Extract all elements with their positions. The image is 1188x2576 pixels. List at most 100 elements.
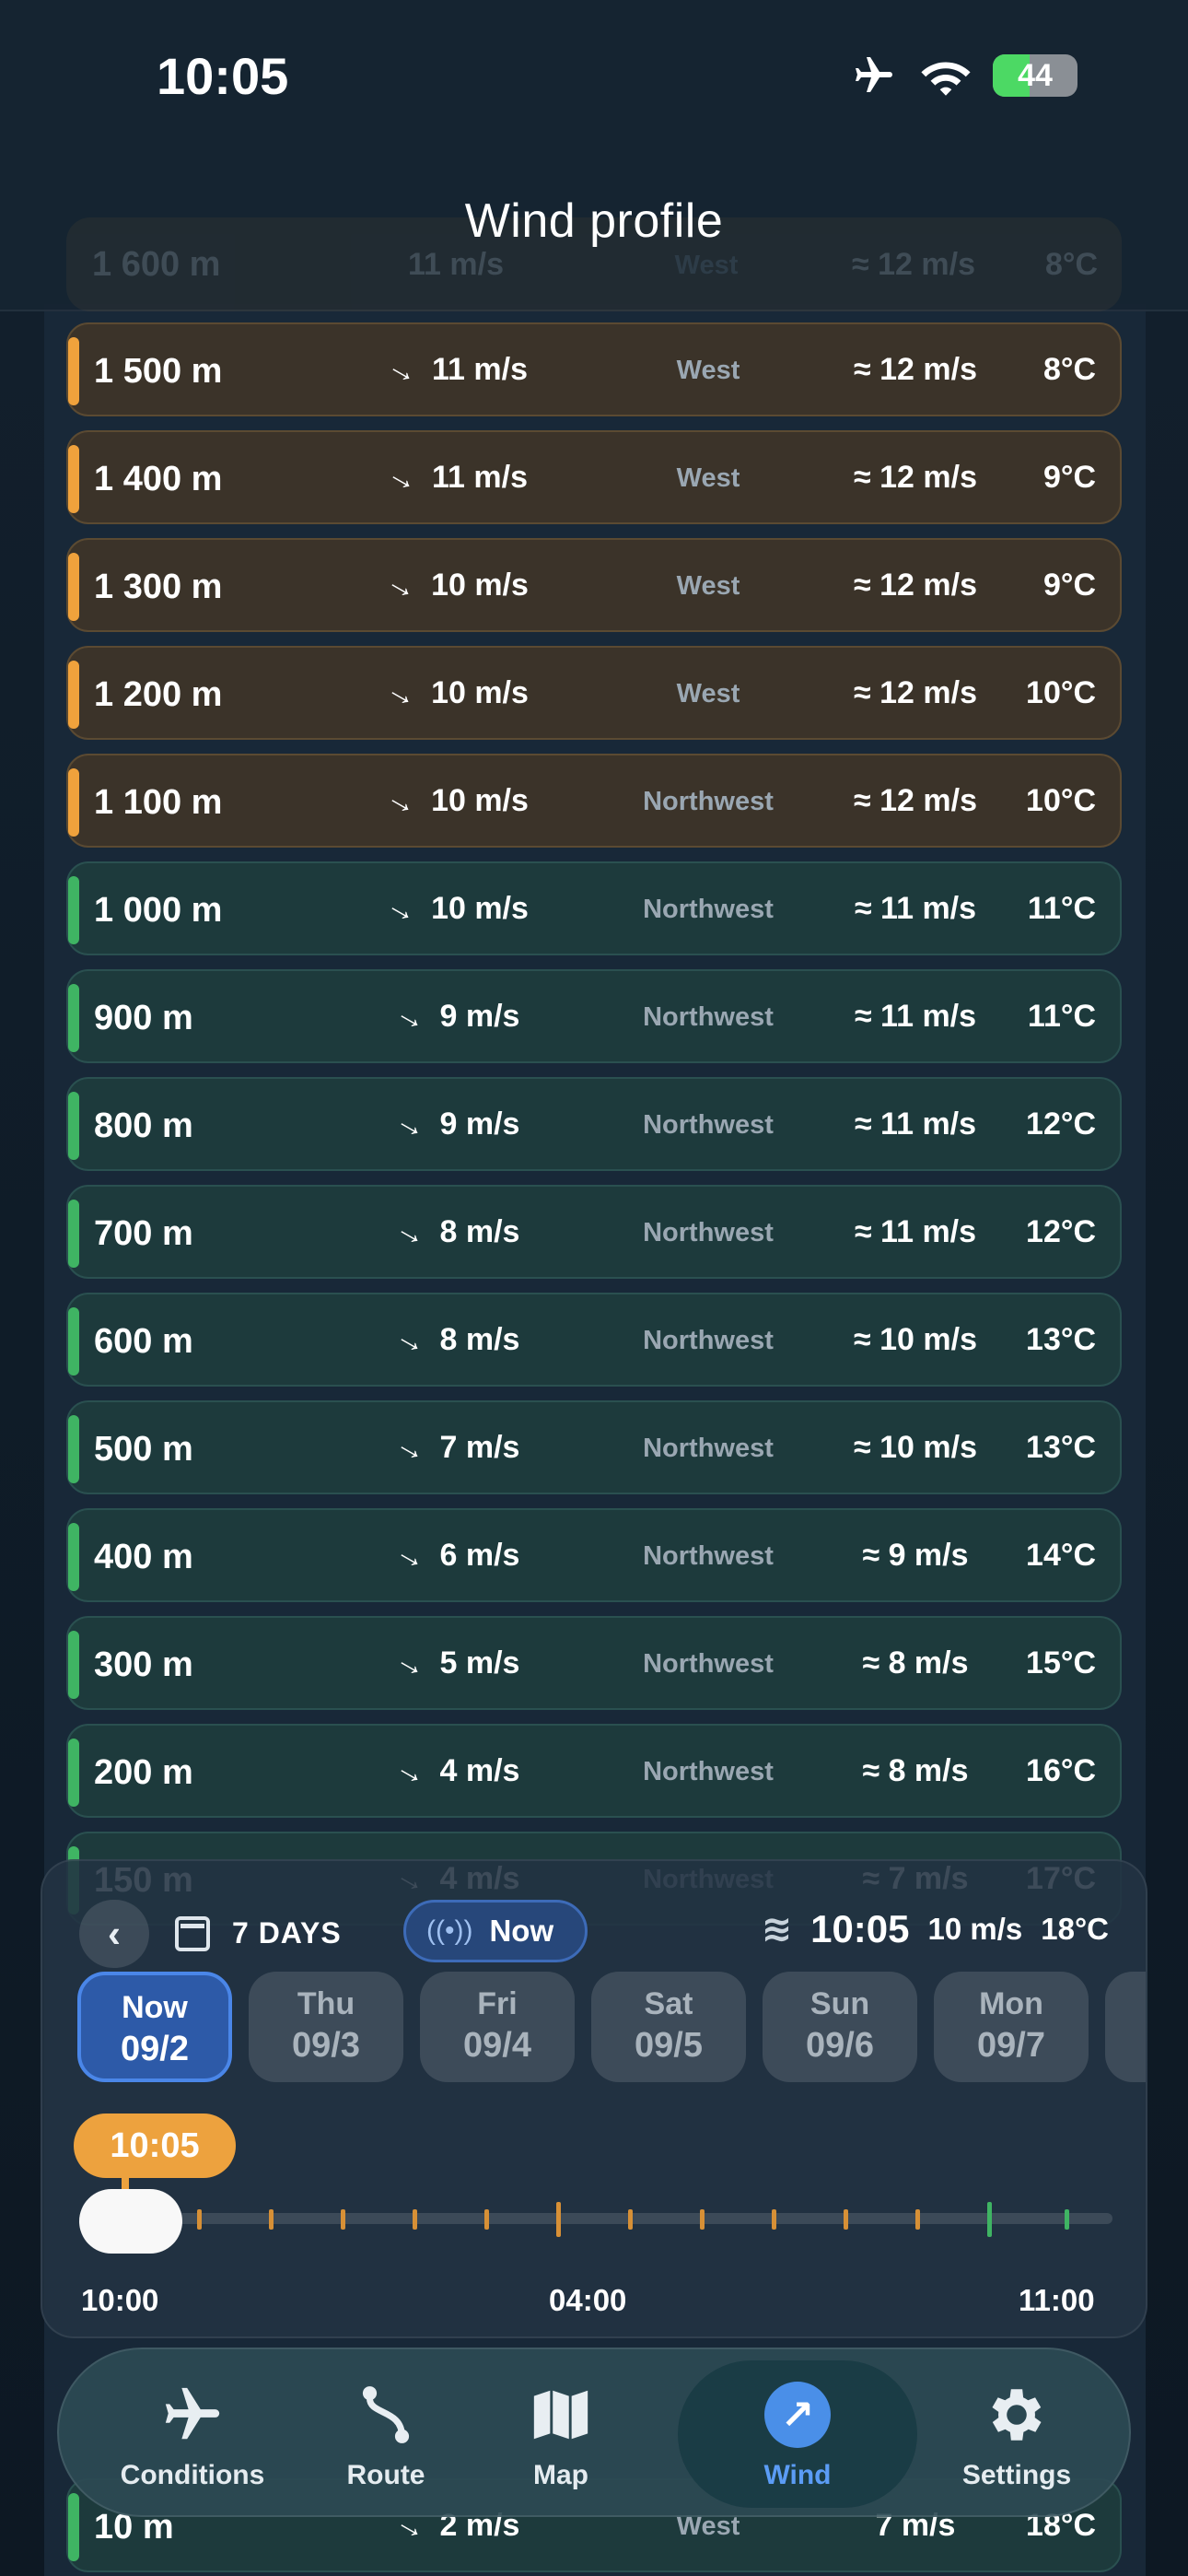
day-chip[interactable]: Thu 09/3 — [249, 1972, 403, 2082]
wind-speed: → 11 m/s — [333, 346, 582, 392]
zone-indicator-bar — [68, 1415, 79, 1483]
hour-tick — [484, 2209, 489, 2230]
day-chip[interactable]: Fri 09/4 — [420, 1972, 575, 2082]
tab-conditions[interactable]: Conditions — [87, 2349, 298, 2519]
day-chip[interactable]: Now 09/2 — [77, 1972, 232, 2082]
temperature: 15°C — [1026, 1645, 1096, 1680]
timeline-panel: ‹ 7 DAYS ((•)) Now ≋ 10:05 10 m/s 18°C N… — [41, 1859, 1147, 2338]
hour-tick — [700, 2209, 705, 2230]
temperature: 10°C — [1026, 783, 1096, 818]
zone-indicator-bar — [68, 1200, 79, 1268]
day-name: Sun — [809, 1986, 870, 2021]
wind-speed: → 10 m/s — [333, 885, 582, 931]
tab-settings[interactable]: Settings — [925, 2349, 1109, 2519]
altitude-row[interactable]: 1 500 m → 11 m/s West ≈ 12 m/s 8°C — [66, 322, 1122, 416]
wind-speed: → 6 m/s — [333, 1532, 582, 1578]
gust-speed: ≈ 8 m/s — [862, 1645, 969, 1680]
altitude-row[interactable]: 1 400 m → 11 m/s West ≈ 12 m/s 9°C — [66, 430, 1122, 524]
wind-speed-value: 8 m/s — [439, 1322, 520, 1357]
wind-direction-arrow-icon: → — [389, 993, 434, 1040]
altitude-row[interactable]: 900 m → 9 m/s Northwest ≈ 11 m/s 11°C — [66, 969, 1122, 1063]
tab-map[interactable]: Map — [473, 2349, 648, 2519]
altitude-row[interactable]: 1 300 m → 10 m/s West ≈ 12 m/s 9°C — [66, 538, 1122, 632]
hour-tick — [772, 2209, 776, 2230]
wind-speed: → 5 m/s — [333, 1640, 582, 1686]
zone-indicator-bar — [68, 768, 79, 837]
gust-speed: ≈ 11 m/s — [854, 1107, 977, 1142]
zone-indicator-bar — [68, 445, 79, 513]
wind-direction-arrow-icon: → — [380, 885, 425, 932]
zone-indicator-bar — [68, 1092, 79, 1160]
map-icon — [473, 2381, 648, 2449]
tab-label: Map — [533, 2460, 588, 2490]
temperature: 11°C — [1027, 891, 1096, 926]
time-slider-thumb[interactable] — [79, 2189, 182, 2254]
gust-speed: ≈ 10 m/s — [854, 1322, 977, 1357]
days-range-label[interactable]: 7 DAYS — [232, 1916, 342, 1950]
wind-speed: → 10 m/s — [333, 778, 582, 824]
day-date: 09/6 — [806, 2026, 874, 2065]
ghost-altitude: 1 600 m — [92, 245, 221, 284]
current-temp: 18°C — [1041, 1912, 1109, 1946]
wind-speed-value: 11 m/s — [432, 352, 528, 387]
altitude-row[interactable]: 800 m → 9 m/s Northwest ≈ 11 m/s 12°C — [66, 1077, 1122, 1171]
zone-indicator-bar — [68, 2493, 79, 2561]
altitude-row[interactable]: 1 100 m → 10 m/s Northwest ≈ 12 m/s 10°C — [66, 754, 1122, 848]
wind-speed: → 11 m/s — [333, 454, 582, 500]
tab-label: Route — [346, 2460, 425, 2490]
altitude-row[interactable]: 1 200 m → 10 m/s West ≈ 12 m/s 10°C — [66, 646, 1122, 740]
timeline-toolbar: ‹ 7 DAYS ((•)) Now ≋ 10:05 10 m/s 18°C — [79, 1900, 1109, 1968]
temperature: 11°C — [1027, 999, 1096, 1034]
altitude-row[interactable]: 700 m → 8 m/s Northwest ≈ 11 m/s 12°C — [66, 1185, 1122, 1279]
day-date: 09/7 — [977, 2026, 1045, 2065]
altitude-row[interactable]: 200 m → 4 m/s Northwest ≈ 8 m/s 16°C — [66, 1724, 1122, 1818]
altitude-row[interactable]: 300 m → 5 m/s Northwest ≈ 8 m/s 15°C — [66, 1616, 1122, 1710]
timeline-start-label: 10:00 — [81, 2283, 159, 2317]
tab-route[interactable]: Route — [298, 2349, 473, 2519]
temperature: 14°C — [1026, 1538, 1096, 1573]
day-chip[interactable]: Sat 09/5 — [591, 1972, 746, 2082]
now-button[interactable]: ((•)) Now — [403, 1900, 588, 1962]
day-chip-partial[interactable] — [1105, 1972, 1146, 2082]
wind-direction-arrow-icon: → — [389, 1640, 434, 1687]
wind-speed: → 9 m/s — [333, 993, 582, 1039]
day-chip[interactable]: Sun 09/6 — [763, 1972, 917, 2082]
zone-indicator-bar — [68, 553, 79, 621]
gust-speed: ≈ 11 m/s — [854, 999, 977, 1034]
wind-direction-arrow-icon: → — [380, 670, 425, 717]
wind-direction-arrow-icon: → — [389, 1424, 434, 1471]
wind-icon: ≋ — [761, 1909, 793, 1950]
wind-speed: →4 m/s — [333, 1748, 582, 1794]
time-slider-track[interactable] — [79, 2213, 1112, 2224]
ghost-gust: ≈ 12 m/s — [852, 247, 975, 282]
day-chip[interactable]: Mon 09/7 — [934, 1972, 1089, 2082]
current-wind: 10 m/s — [927, 1912, 1023, 1946]
day-name: Fri — [477, 1986, 518, 2021]
altitude-row[interactable]: 400 m → 6 m/s Northwest ≈ 9 m/s 14°C — [66, 1508, 1122, 1602]
hour-tick — [556, 2202, 561, 2237]
zone-indicator-bar — [68, 876, 79, 944]
gust-speed: ≈ 10 m/s — [854, 1430, 977, 1465]
altitude-row[interactable]: 600 m → 8 m/s Northwest ≈ 10 m/s 13°C — [66, 1293, 1122, 1387]
ghost-wind: 11 m/s — [408, 247, 504, 282]
gust-speed: ≈ 12 m/s — [854, 783, 977, 818]
gust-speed: ≈ 8 m/s — [862, 1753, 969, 1788]
altitude-row[interactable]: 500 m → 7 m/s Northwest ≈ 10 m/s 13°C — [66, 1400, 1122, 1494]
wind-speed-value: 8 m/s — [439, 1214, 520, 1249]
wind-direction-arrow-icon: → — [389, 1317, 434, 1364]
back-button[interactable]: ‹ — [79, 1900, 149, 1968]
broadcast-icon: ((•)) — [426, 1915, 473, 1946]
altitude-value: 200 m — [94, 1753, 193, 1792]
gust-speed: ≈ 12 m/s — [854, 568, 977, 603]
wind-speed-value: 5 m/s — [439, 1645, 520, 1680]
tab-wind[interactable]: ↗ Wind — [678, 2349, 917, 2519]
wind-speed-value: 9 m/s — [439, 1107, 520, 1142]
temperature: 13°C — [1026, 1322, 1096, 1357]
timeline-middle-label: 04:00 — [549, 2283, 627, 2317]
hour-tick — [197, 2209, 202, 2230]
altitude-row[interactable]: 1 000 m → 10 m/s Northwest ≈ 11 m/s 11°C — [66, 861, 1122, 955]
gust-speed: ≈ 9 m/s — [862, 1538, 969, 1573]
zone-indicator-bar — [68, 661, 79, 729]
altitude-value: 1 300 m — [94, 568, 223, 606]
temperature: 12°C — [1026, 1214, 1096, 1249]
